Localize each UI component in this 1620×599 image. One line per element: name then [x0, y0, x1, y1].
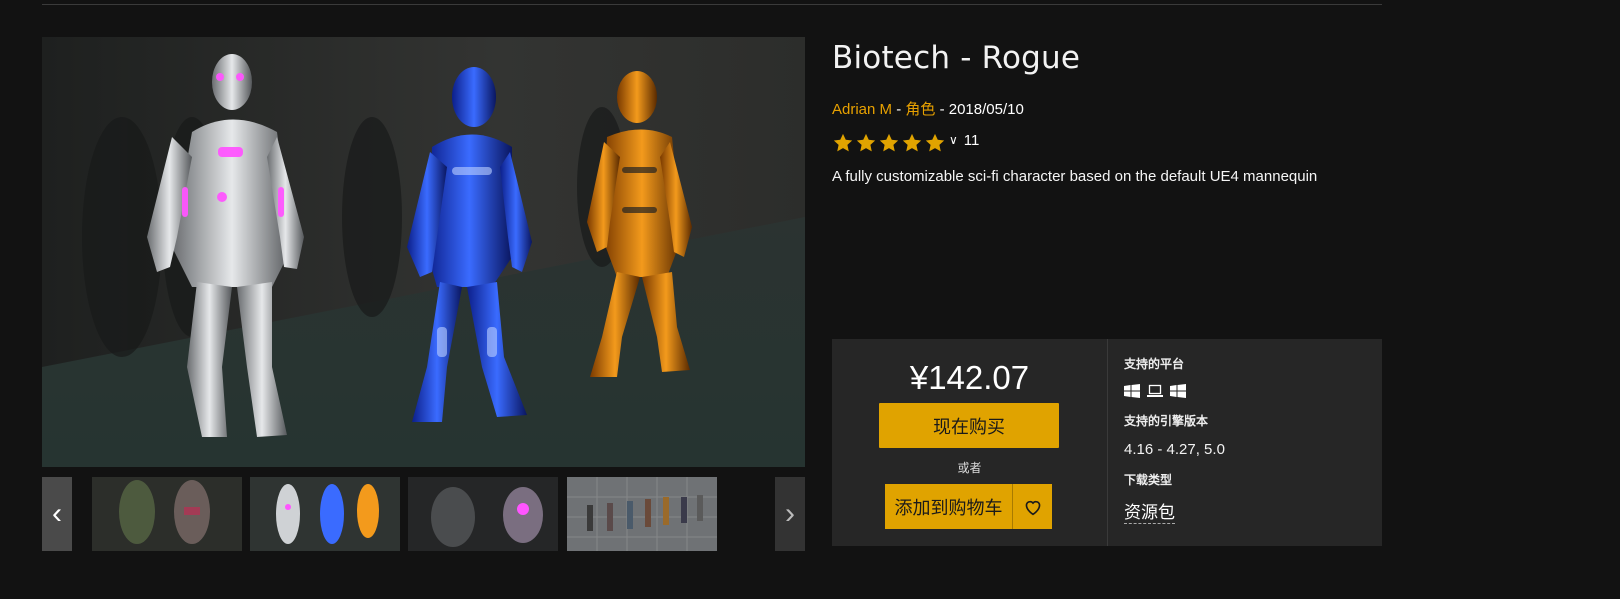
- windows-icon: [1124, 384, 1140, 398]
- heart-icon[interactable]: [1012, 484, 1052, 529]
- or-label: 或者: [957, 461, 982, 475]
- add-to-cart-button[interactable]: 添加到购物车: [885, 484, 1012, 529]
- category-link[interactable]: 角色: [905, 101, 935, 118]
- star-icon: [924, 132, 946, 154]
- product-description: A fully customizable sci-fi character ba…: [832, 168, 1318, 185]
- download-type-link[interactable]: 资源包: [1124, 503, 1175, 524]
- price: ¥142.07: [909, 359, 1030, 396]
- release-date: 2018/05/10: [948, 101, 1024, 118]
- purchase-panel: ¥142.07 现在购买 或者 添加到购物车 支持的平台 支持的引擎版本 4.1…: [832, 339, 1382, 546]
- buy-now-button[interactable]: 现在购买: [879, 403, 1059, 448]
- rating[interactable]: ∨ 11: [832, 132, 1382, 154]
- top-divider: [42, 4, 1382, 5]
- star-icon: [901, 132, 923, 154]
- chevron-down-icon[interactable]: ∨: [949, 133, 958, 147]
- thumbnail-3[interactable]: [408, 477, 558, 551]
- rating-count: 11: [963, 131, 980, 149]
- cart-button-group: 添加到购物车: [885, 484, 1052, 529]
- platforms-label: 支持的平台: [1124, 357, 1185, 371]
- thumbnail-1[interactable]: [92, 477, 242, 551]
- thumbnail-4[interactable]: [567, 477, 717, 551]
- laptop-icon: [1147, 384, 1163, 398]
- windows-icon: [1170, 384, 1186, 398]
- chevron-left-icon[interactable]: ‹: [42, 477, 72, 551]
- thumbnail-2[interactable]: [250, 477, 400, 551]
- panel-divider: [1107, 339, 1108, 546]
- star-icon: [832, 132, 854, 154]
- engine-label: 支持的引擎版本: [1124, 414, 1209, 428]
- rating-stars: [832, 132, 946, 154]
- download-section: 下载类型 资源包: [1124, 471, 1175, 524]
- hero-image[interactable]: [42, 37, 805, 467]
- platforms-section: 支持的平台: [1124, 355, 1186, 398]
- author-link[interactable]: Adrian M: [832, 101, 892, 118]
- thumbnail-strip: ‹ ›: [42, 477, 805, 551]
- chevron-right-icon[interactable]: ›: [775, 477, 805, 551]
- engine-version: 4.16 - 4.27, 5.0: [1124, 441, 1225, 458]
- product-info: Biotech - Rogue Adrian M - 角色 - 2018/05/…: [832, 40, 1382, 185]
- star-icon: [878, 132, 900, 154]
- download-label: 下载类型: [1124, 473, 1173, 487]
- star-icon: [855, 132, 877, 154]
- product-meta: Adrian M - 角色 - 2018/05/10: [832, 98, 1382, 119]
- product-title: Biotech - Rogue: [832, 40, 1081, 76]
- meta-separator: -: [939, 101, 945, 118]
- platform-icons: [1124, 384, 1186, 398]
- engine-section: 支持的引擎版本 4.16 - 4.27, 5.0: [1124, 412, 1225, 458]
- meta-separator: -: [896, 101, 902, 118]
